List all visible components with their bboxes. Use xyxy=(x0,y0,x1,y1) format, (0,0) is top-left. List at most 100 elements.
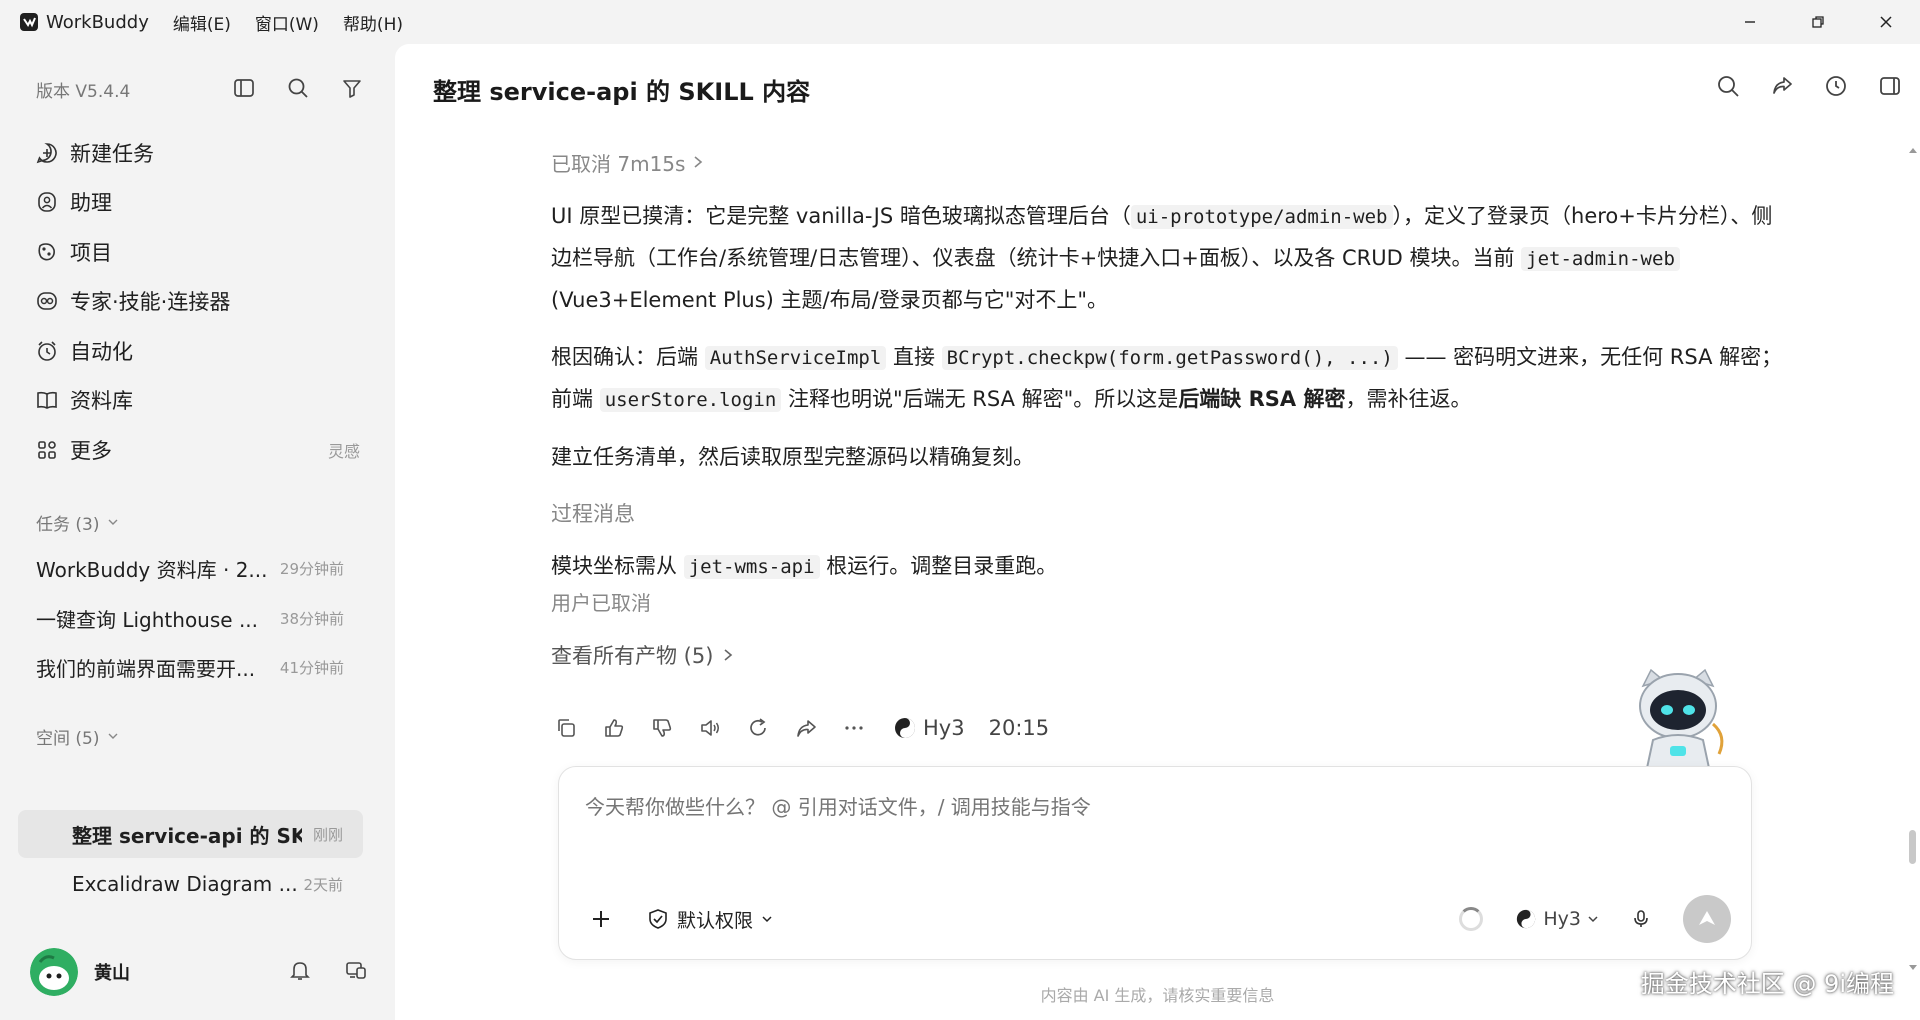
nav-label: 资料库 xyxy=(70,389,133,414)
robot-mascot-icon[interactable] xyxy=(1623,664,1733,774)
chat-input-box: 默认权限 Hy3 xyxy=(558,766,1752,960)
share-icon[interactable] xyxy=(793,715,819,741)
sidebar-nav: 新建任务 助理 项目 专家·技能·连接器 自动化 资料库 更多 灵感 xyxy=(22,128,372,475)
new-task-icon xyxy=(34,140,60,166)
project-icon xyxy=(34,239,60,265)
send-button[interactable] xyxy=(1683,895,1731,943)
text-span: (Vue3+Element Plus) 主题/布局/登录页都与它"对不上"。 xyxy=(551,288,1109,312)
search-icon[interactable] xyxy=(284,74,312,102)
history-icon[interactable] xyxy=(1822,72,1850,100)
process-messages-label[interactable]: 过程消息 xyxy=(551,494,1791,534)
task-item[interactable]: WorkBuddy 资料库 · 2... 29分钟前 xyxy=(22,544,372,594)
refresh-icon[interactable] xyxy=(745,715,771,741)
shield-check-icon xyxy=(649,909,667,929)
message-paragraph: 建立任务清单，然后读取原型完整源码以精确复刻。 xyxy=(551,445,1034,469)
page-title: 整理 service-api 的 SKILL 内容 xyxy=(433,78,811,106)
copy-icon[interactable] xyxy=(553,715,579,741)
user-name: 黄山 xyxy=(94,963,130,984)
minimize-icon[interactable] xyxy=(1716,0,1784,44)
filter-icon[interactable] xyxy=(338,74,366,102)
version-label: 版本 V5.4.4 xyxy=(36,81,131,102)
scroll-up-icon[interactable] xyxy=(1909,148,1917,153)
text-span: 注释也明说"后端无 RSA 解密"。所以这是 xyxy=(781,387,1179,411)
conversation-item-active[interactable]: 整理 service-api 的 SK... 刚刚 xyxy=(18,810,363,858)
conversation-time: 刚刚 xyxy=(312,825,343,844)
spaces-header[interactable]: 空间 (5) xyxy=(36,724,119,749)
message-paragraph: UI 原型已摸清：它是完整 vanilla-JS 暗色玻璃拟态管理后台（ ui-p… xyxy=(551,196,1791,321)
nav-library[interactable]: 资料库 xyxy=(22,376,372,426)
panel-toggle-icon[interactable] xyxy=(1876,72,1904,100)
chevron-down-icon xyxy=(1588,916,1598,923)
microphone-icon[interactable] xyxy=(1627,905,1655,933)
nav-assistant[interactable]: 助理 xyxy=(22,178,372,228)
scrollbar[interactable] xyxy=(1906,144,1920,974)
chevron-down-icon xyxy=(107,727,119,747)
task-time: 41分钟前 xyxy=(279,659,344,678)
tasks-header-label: 任务 (3) xyxy=(36,515,100,535)
close-icon[interactable] xyxy=(1852,0,1920,44)
more-options-icon[interactable] xyxy=(841,715,867,741)
spaces-header-label: 空间 (5) xyxy=(36,729,100,749)
nav-more[interactable]: 更多 灵感 xyxy=(22,425,372,475)
conversation-title: Excalidraw Diagram ... xyxy=(72,872,298,896)
inline-code: AuthServiceImpl xyxy=(704,346,887,370)
message-paragraph: 模块坐标需从 jet-wms-api 根运行。调整目录重跑。 xyxy=(551,548,1791,585)
search-icon[interactable] xyxy=(1714,72,1742,100)
message-paragraph: 根因确认：后端 AuthServiceImpl 直接 BCrypt.checkp… xyxy=(551,337,1791,421)
menu-edit[interactable]: 编辑(E) xyxy=(173,10,231,35)
avatar[interactable] xyxy=(30,948,78,996)
inline-code: jet-wms-api xyxy=(683,555,820,579)
model-logo-icon xyxy=(1517,909,1536,929)
scroll-down-icon[interactable] xyxy=(1909,965,1917,970)
conversation-item[interactable]: Excalidraw Diagram ... 2天前 xyxy=(18,860,363,908)
message-content: 已取消 7m15s UI 原型已摸清：它是完整 vanilla-JS 暗色玻璃拟… xyxy=(551,144,1791,675)
text-span: 直接 xyxy=(886,345,942,369)
text-span: 根因确认：后端 xyxy=(551,345,705,369)
nav-label: 项目 xyxy=(70,240,112,265)
speaker-icon[interactable] xyxy=(697,715,723,741)
chat-input[interactable] xyxy=(585,795,1485,819)
view-artifacts-link[interactable]: 查看所有产物 (5) xyxy=(551,635,1791,675)
device-switch-icon[interactable] xyxy=(342,956,370,984)
model-selector[interactable]: Hy3 xyxy=(1515,908,1599,930)
menu-window[interactable]: 窗口(W) xyxy=(255,10,319,35)
inline-code: BCrypt.checkpw(form.getPassword(), ...) xyxy=(941,346,1398,370)
task-list: WorkBuddy 资料库 · 2... 29分钟前 一键查询 Lighthou… xyxy=(22,544,372,693)
artifacts-label: 查看所有产物 (5) xyxy=(551,644,714,668)
expert-icon xyxy=(34,288,60,314)
add-attachment-icon[interactable] xyxy=(587,905,615,933)
permission-dropdown[interactable]: 默认权限 xyxy=(647,906,773,933)
user-cancelled-label: 用户已取消 xyxy=(551,591,651,615)
book-icon xyxy=(34,387,60,413)
task-title: 我们的前端界面需要开... xyxy=(36,657,256,682)
user-row: 黄山 xyxy=(30,944,370,1000)
thumbs-up-icon[interactable] xyxy=(601,715,627,741)
scrollbar-thumb[interactable] xyxy=(1909,830,1916,864)
menu-help[interactable]: 帮助(H) xyxy=(343,10,403,35)
cancel-status[interactable]: 已取消 7m15s xyxy=(551,144,1791,180)
app-name: WorkBuddy xyxy=(46,11,149,33)
message-actions: Hy3 20:15 xyxy=(553,708,1049,748)
text-span: 根运行。调整目录重跑。 xyxy=(819,554,1058,578)
nav-new-task[interactable]: 新建任务 xyxy=(22,128,372,178)
nav-project[interactable]: 项目 xyxy=(22,227,372,277)
tasks-header[interactable]: 任务 (3) xyxy=(36,510,119,535)
share-icon[interactable] xyxy=(1768,72,1796,100)
thumbs-down-icon[interactable] xyxy=(649,715,675,741)
nav-label: 专家·技能·连接器 xyxy=(70,290,231,315)
toggle-sidebar-icon[interactable] xyxy=(230,74,258,102)
assistant-icon xyxy=(34,189,60,215)
grid-icon xyxy=(34,437,60,463)
bell-icon[interactable] xyxy=(286,956,314,984)
task-item[interactable]: 我们的前端界面需要开... 41分钟前 xyxy=(22,643,372,693)
text-span: ，需补往返。 xyxy=(1345,387,1472,411)
task-title: 一键查询 Lighthouse ... xyxy=(36,607,259,632)
restore-icon[interactable] xyxy=(1784,0,1852,44)
model-selector-label: Hy3 xyxy=(1543,908,1581,930)
alarm-icon xyxy=(34,338,60,364)
inspiration-label[interactable]: 灵感 xyxy=(328,438,360,462)
nav-automation[interactable]: 自动化 xyxy=(22,326,372,376)
conversation-time: 2天前 xyxy=(303,875,343,894)
nav-expert[interactable]: 专家·技能·连接器 xyxy=(22,277,372,327)
task-item[interactable]: 一键查询 Lighthouse ... 38分钟前 xyxy=(22,594,372,644)
